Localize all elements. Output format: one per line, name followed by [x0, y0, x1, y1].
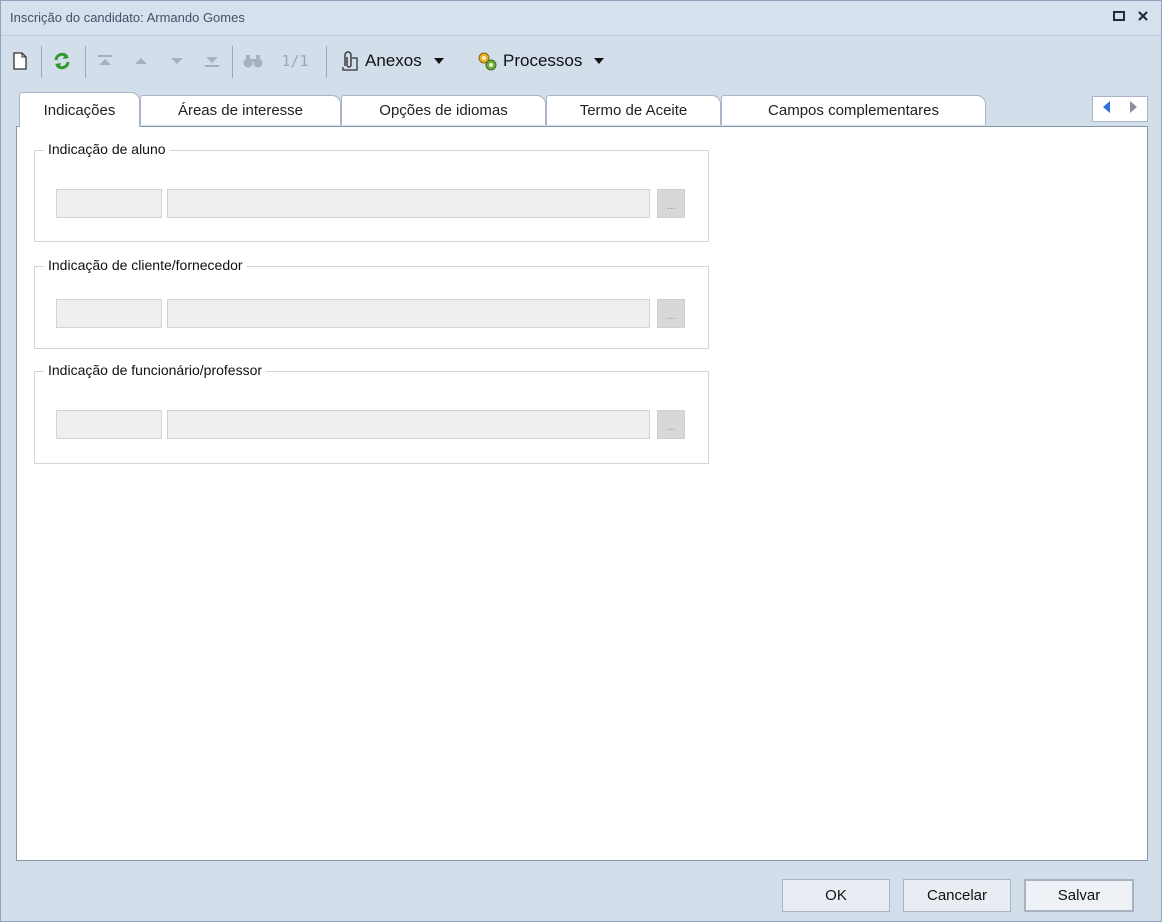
tab-label: Indicações — [43, 101, 116, 119]
new-document-icon — [13, 52, 27, 70]
record-counter: 1/1 — [275, 48, 315, 74]
attachments-label: Anexos — [365, 51, 422, 70]
employee-lookup-button[interactable]: ... — [657, 410, 685, 439]
client-lookup-button[interactable]: ... — [657, 299, 685, 328]
arrow-right-icon — [1130, 101, 1137, 113]
group-client-supplier-referral: Indicação de cliente/fornecedor ... — [34, 257, 709, 349]
first-record-icon — [98, 55, 112, 65]
group-title: Indicação de funcionário/professor — [44, 362, 267, 378]
record-counter-text: 1/1 — [281, 52, 309, 70]
toolbar-separator — [85, 46, 86, 78]
paperclip-icon — [342, 51, 358, 71]
tab-campos-complementares[interactable]: Campos complementares — [721, 95, 986, 125]
student-lookup-button[interactable]: ... — [657, 189, 685, 218]
toolbar-separator — [326, 46, 327, 78]
title-bar: Inscrição do candidato: Armando Gomes — [1, 1, 1161, 36]
find-button[interactable] — [241, 48, 265, 74]
toolbar-separator — [41, 46, 42, 78]
employee-code-input[interactable] — [56, 410, 162, 439]
previous-record-button[interactable] — [130, 48, 152, 74]
group-employee-teacher-referral: Indicação de funcionário/professor ... — [34, 362, 709, 464]
group-title: Indicação de aluno — [44, 141, 170, 157]
toolbar: 1/1 Anexos Processos — [1, 36, 1161, 88]
group-student-referral: Indicação de aluno ... — [34, 141, 709, 242]
close-icon — [1138, 11, 1148, 21]
tab-termo-de-aceite[interactable]: Termo de Aceite — [546, 95, 721, 125]
student-name-input[interactable] — [167, 189, 650, 218]
cancel-button[interactable]: Cancelar — [903, 879, 1011, 912]
tab-label: Campos complementares — [768, 102, 939, 119]
restore-button[interactable] — [1111, 9, 1127, 25]
employee-name-input[interactable] — [167, 410, 650, 439]
processes-menu-button[interactable]: Processos — [475, 48, 625, 74]
find-icon — [243, 55, 263, 68]
tab-scroll-buttons — [1092, 96, 1148, 122]
refresh-icon — [54, 52, 70, 70]
tab-content-panel: Indicação de aluno ... Indicação de clie… — [16, 126, 1148, 861]
save-button[interactable]: Salvar — [1024, 879, 1134, 912]
ok-button-label: OK — [825, 887, 847, 904]
chevron-down-icon — [594, 58, 605, 64]
tab-strip: Indicações Áreas de interesse Opções de … — [16, 91, 1148, 127]
group-title: Indicação de cliente/fornecedor — [44, 257, 247, 273]
last-record-button[interactable] — [201, 48, 223, 74]
tab-label: Opções de idiomas — [379, 102, 508, 119]
attachments-menu-button[interactable]: Anexos — [337, 48, 467, 74]
refresh-button[interactable] — [50, 48, 74, 74]
arrow-left-icon — [1103, 101, 1110, 113]
new-record-button[interactable] — [9, 48, 31, 74]
processes-label: Processos — [503, 51, 583, 70]
toolbar-separator — [232, 46, 233, 78]
save-button-label: Salvar — [1057, 887, 1101, 904]
tab-label: Áreas de interesse — [177, 102, 304, 119]
window-title: Inscrição do candidato: Armando Gomes — [10, 10, 245, 25]
next-record-icon — [171, 58, 183, 64]
client-code-input[interactable] — [56, 299, 162, 328]
tab-scroll-left-button[interactable] — [1101, 100, 1113, 117]
previous-record-icon — [135, 58, 147, 64]
tab-scroll-right-button[interactable] — [1127, 100, 1139, 117]
tab-indicacoes[interactable]: Indicações — [19, 92, 140, 127]
first-record-button[interactable] — [94, 48, 116, 74]
client-name-input[interactable] — [167, 299, 650, 328]
tab-opcoes-de-idiomas[interactable]: Opções de idiomas — [341, 95, 546, 125]
last-record-icon — [205, 57, 219, 67]
ok-button[interactable]: OK — [782, 879, 890, 912]
tab-label: Termo de Aceite — [579, 102, 688, 119]
next-record-button[interactable] — [166, 48, 188, 74]
restore-icon — [1113, 11, 1125, 21]
chevron-down-icon — [433, 58, 444, 64]
student-code-input[interactable] — [56, 189, 162, 218]
cancel-button-label: Cancelar — [926, 887, 988, 904]
close-button[interactable] — [1135, 9, 1151, 25]
processes-gear-icon — [478, 52, 497, 71]
dialog-window: Inscrição do candidato: Armando Gomes 1/… — [0, 0, 1162, 922]
tab-areas-de-interesse[interactable]: Áreas de interesse — [140, 95, 341, 125]
